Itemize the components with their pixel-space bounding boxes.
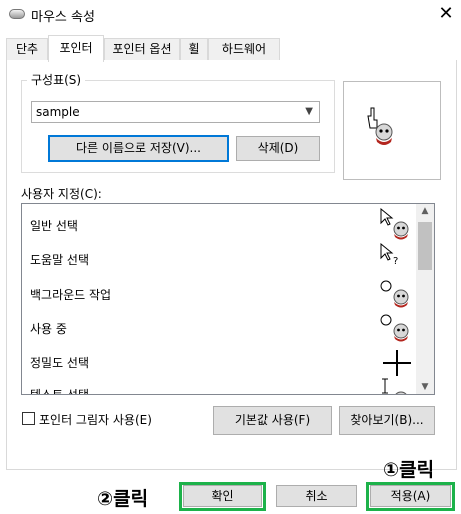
precision-cross-icon [383,350,411,376]
ok-step-callout: ②클릭 [97,488,149,510]
ok-button[interactable]: 확인 [183,485,262,507]
list-item[interactable]: 백그라운드 작업 [30,286,111,303]
tab-buttons[interactable]: 단추 [6,38,48,61]
cursor-preview-column: ? [380,207,411,394]
list-item[interactable]: 도움말 선택 [30,251,89,268]
scheme-select[interactable]: sample ▼ [31,101,320,123]
customize-label: 사용자 지정(C): [21,187,102,201]
background-busy-cursor-icon [380,280,409,308]
scroll-thumb[interactable] [418,222,432,270]
scroll-up-icon[interactable]: ▲ [416,206,434,216]
tab-pointer-options[interactable]: 포인터 옵션 [104,38,180,61]
chevron-down-icon: ▼ [305,106,313,117]
browse-button[interactable]: 찾아보기(B)... [339,406,435,435]
tab-wheel[interactable]: 휠 [180,38,208,61]
use-default-button[interactable]: 기본값 사용(F) [213,406,332,435]
normal-select-cursor-icon [380,207,409,240]
busy-cursor-icon [380,314,409,342]
apply-step-callout: ①클릭 [383,459,435,481]
window-title: 마우스 속성 [31,10,95,25]
list-item[interactable]: 일반 선택 [30,217,78,234]
mouse-icon [9,9,25,19]
text-select-cursor-icon [382,378,407,394]
list-item[interactable]: 텍스트 선택 [30,386,89,394]
pointer-list[interactable]: 일반 선택 도움말 선택 백그라운드 작업 사용 중 정밀도 선택 텍스트 선택… [21,203,435,395]
svg-text:?: ? [393,256,398,267]
hand-bug-cursor-icon [367,107,393,145]
scheme-group-label: 구성표(S) [27,71,86,88]
shadow-checkbox[interactable] [22,412,35,425]
close-button[interactable]: ✕ [434,2,458,26]
list-item[interactable]: 정밀도 선택 [30,354,89,371]
apply-button[interactable]: 적용(A) [370,485,451,507]
scheme-select-value: sample [36,105,80,119]
save-as-button[interactable]: 다른 이름으로 저장(V)... [48,135,229,162]
shadow-label: 포인터 그림자 사용(E) [39,413,152,427]
tab-pointers[interactable]: 포인터 [48,35,104,62]
pointer-preview [343,81,441,180]
tab-hardware[interactable]: 하드웨어 [208,38,280,61]
delete-button[interactable]: 삭제(D) [236,136,320,161]
help-select-cursor-icon: ? [380,242,398,267]
cancel-button[interactable]: 취소 [276,485,357,507]
scroll-down-icon[interactable]: ▼ [416,382,434,392]
list-item[interactable]: 사용 중 [30,320,67,337]
